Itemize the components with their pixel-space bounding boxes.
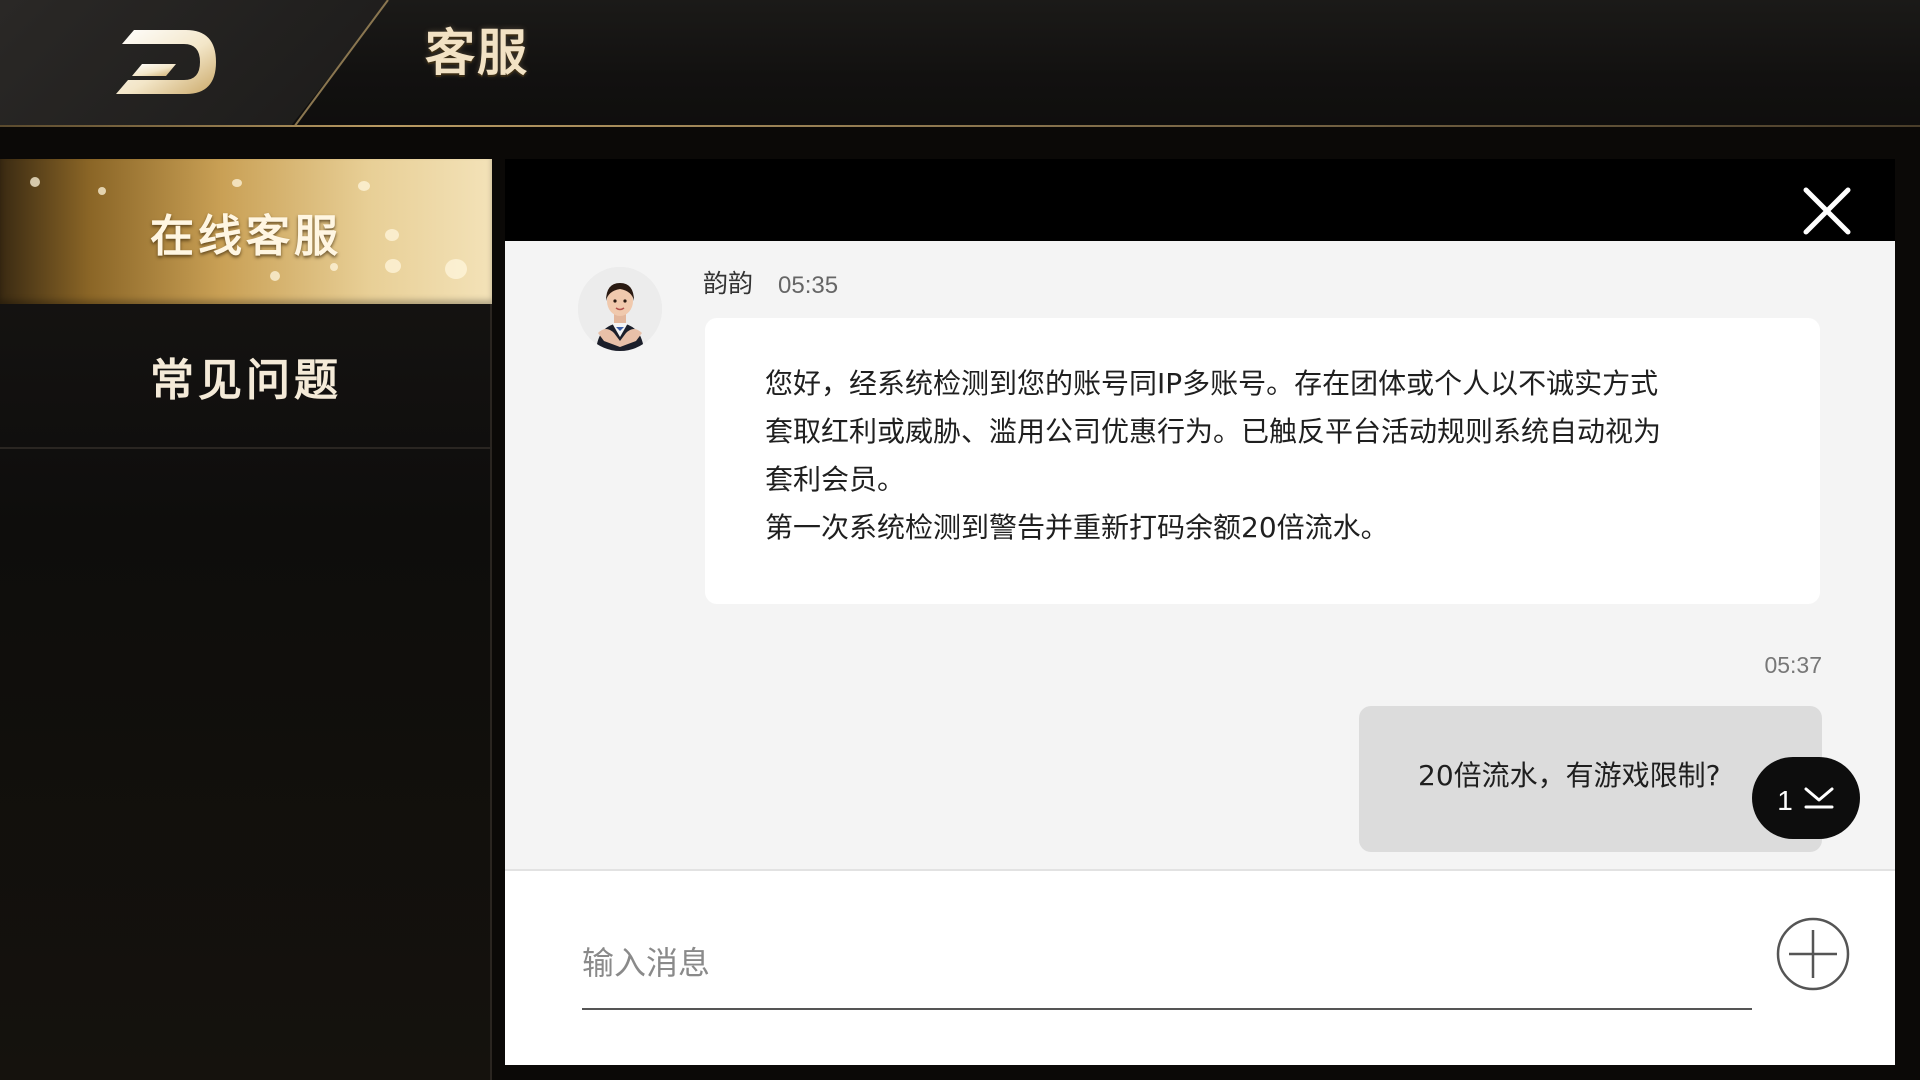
sparkle-decoration [232, 179, 242, 187]
sender-name: 韵韵 [703, 269, 754, 298]
agent-message-bubble: 您好，经系统检测到您的账号同IP多账号。存在团体或个人以不诚实方式 套取红利或威… [705, 318, 1820, 604]
message-line: 套利会员。 [765, 463, 906, 496]
sidebar-item-online-service[interactable]: 在线客服 [0, 159, 492, 304]
agent-avatar-image [578, 267, 662, 351]
sidebar-item-faq[interactable]: 常见问题 [0, 304, 492, 449]
sidebar-item-label: 常见问题 [150, 354, 342, 406]
reply-timestamp: 05:37 [1764, 652, 1822, 678]
sidebar-item-label: 在线客服 [150, 210, 342, 262]
sparkle-decoration [445, 259, 467, 279]
new-message-count: 1 [1777, 785, 1793, 816]
back-icon [116, 30, 216, 94]
scroll-to-bottom-button[interactable]: 1 [1752, 757, 1860, 839]
close-icon[interactable] [1800, 184, 1854, 238]
sparkle-decoration [98, 187, 106, 195]
sparkle-decoration [385, 259, 401, 273]
avatar [578, 267, 662, 351]
sidebar: 在线客服 常见问题 [0, 159, 492, 1080]
user-message-text: 20倍流水，有游戏限制? [1418, 759, 1721, 792]
chevron-down-icon [1804, 787, 1834, 809]
message-line: 套取红利或威胁、滥用公司优惠行为。已触反平台活动规则系统自动视为 [765, 415, 1662, 448]
sparkle-decoration [330, 263, 338, 271]
chat-topbar [505, 159, 1895, 241]
page-title: 客服 [425, 24, 529, 82]
message-timestamp: 05:35 [778, 272, 839, 299]
message-input[interactable] [582, 918, 1752, 1010]
header-gold-line [0, 125, 1920, 127]
sparkle-decoration [385, 229, 399, 241]
message-line: 您好，经系统检测到您的账号同IP多账号。存在团体或个人以不诚实方式 [765, 367, 1659, 400]
sparkle-decoration [30, 177, 40, 187]
sparkle-decoration [270, 271, 280, 281]
message-line: 第一次系统检测到警告并重新打码余额20倍流水。 [765, 511, 1389, 544]
plus-icon[interactable] [1775, 916, 1851, 992]
sparkle-decoration [358, 181, 370, 191]
